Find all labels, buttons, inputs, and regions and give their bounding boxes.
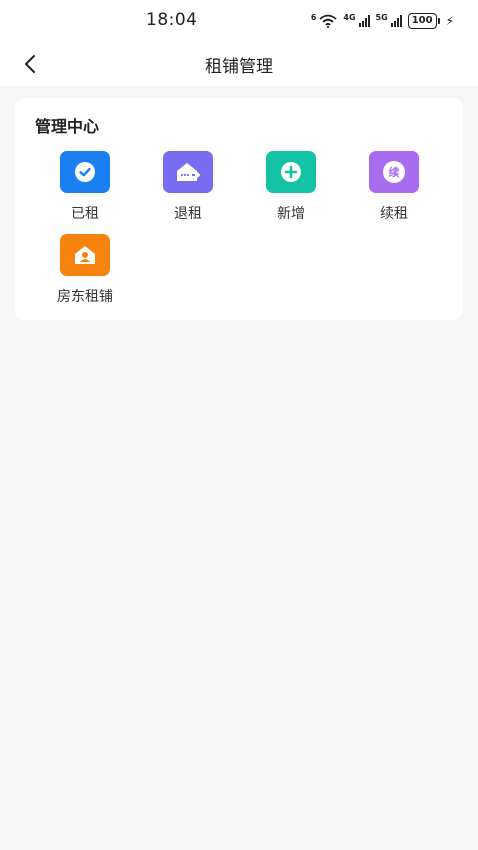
signal-icon-2 <box>390 15 402 27</box>
nav-bar: 租铺管理 <box>0 42 478 86</box>
house-return-icon <box>177 163 201 181</box>
network-label-2: 5G <box>375 12 388 22</box>
add-new-button[interactable]: 新增 <box>241 151 341 229</box>
checkout-icon-tile <box>163 151 213 193</box>
charging-icon: ⚡ <box>445 14 454 28</box>
management-center-card: 管理中心 已租 退租 新增 续 续租 房东租铺 <box>15 98 463 320</box>
landlord-house-icon <box>75 246 95 264</box>
page-title: 租铺管理 <box>205 57 273 77</box>
status-icons: 6 4G 5G 100 ⚡ <box>311 12 454 30</box>
renew-icon: 续 <box>383 161 405 183</box>
checkout-label: 退租 <box>174 206 202 222</box>
network-label-1: 4G <box>343 12 356 22</box>
signal-icon-1 <box>358 15 370 27</box>
checkout-button[interactable]: 退租 <box>138 151 238 229</box>
renew-icon-glyph: 续 <box>388 165 400 179</box>
landlord-shops-label: 房东租铺 <box>57 289 113 305</box>
renew-label: 续租 <box>380 206 408 222</box>
plus-circle-icon <box>281 162 301 182</box>
add-new-icon-tile <box>266 151 316 193</box>
section-title: 管理中心 <box>35 117 100 136</box>
landlord-icon-tile <box>60 234 110 276</box>
status-time: 18:04 <box>146 10 198 30</box>
rented-label: 已租 <box>71 206 99 222</box>
status-bar: 18:04 6 4G 5G 100 ⚡ <box>0 0 478 42</box>
battery-level: 100 <box>411 15 433 26</box>
check-circle-icon <box>75 162 95 182</box>
wifi-icon <box>319 14 337 28</box>
renew-icon-tile: 续 <box>369 151 419 193</box>
rented-icon-tile <box>60 151 110 193</box>
rented-button[interactable]: 已租 <box>35 151 135 229</box>
wifi-label: 6 <box>310 12 317 22</box>
battery-icon: 100 <box>407 13 437 29</box>
add-new-label: 新增 <box>277 206 305 222</box>
landlord-shops-button[interactable]: 房东租铺 <box>35 234 135 312</box>
battery-tip <box>437 18 440 24</box>
renew-button[interactable]: 续 续租 <box>344 151 444 229</box>
